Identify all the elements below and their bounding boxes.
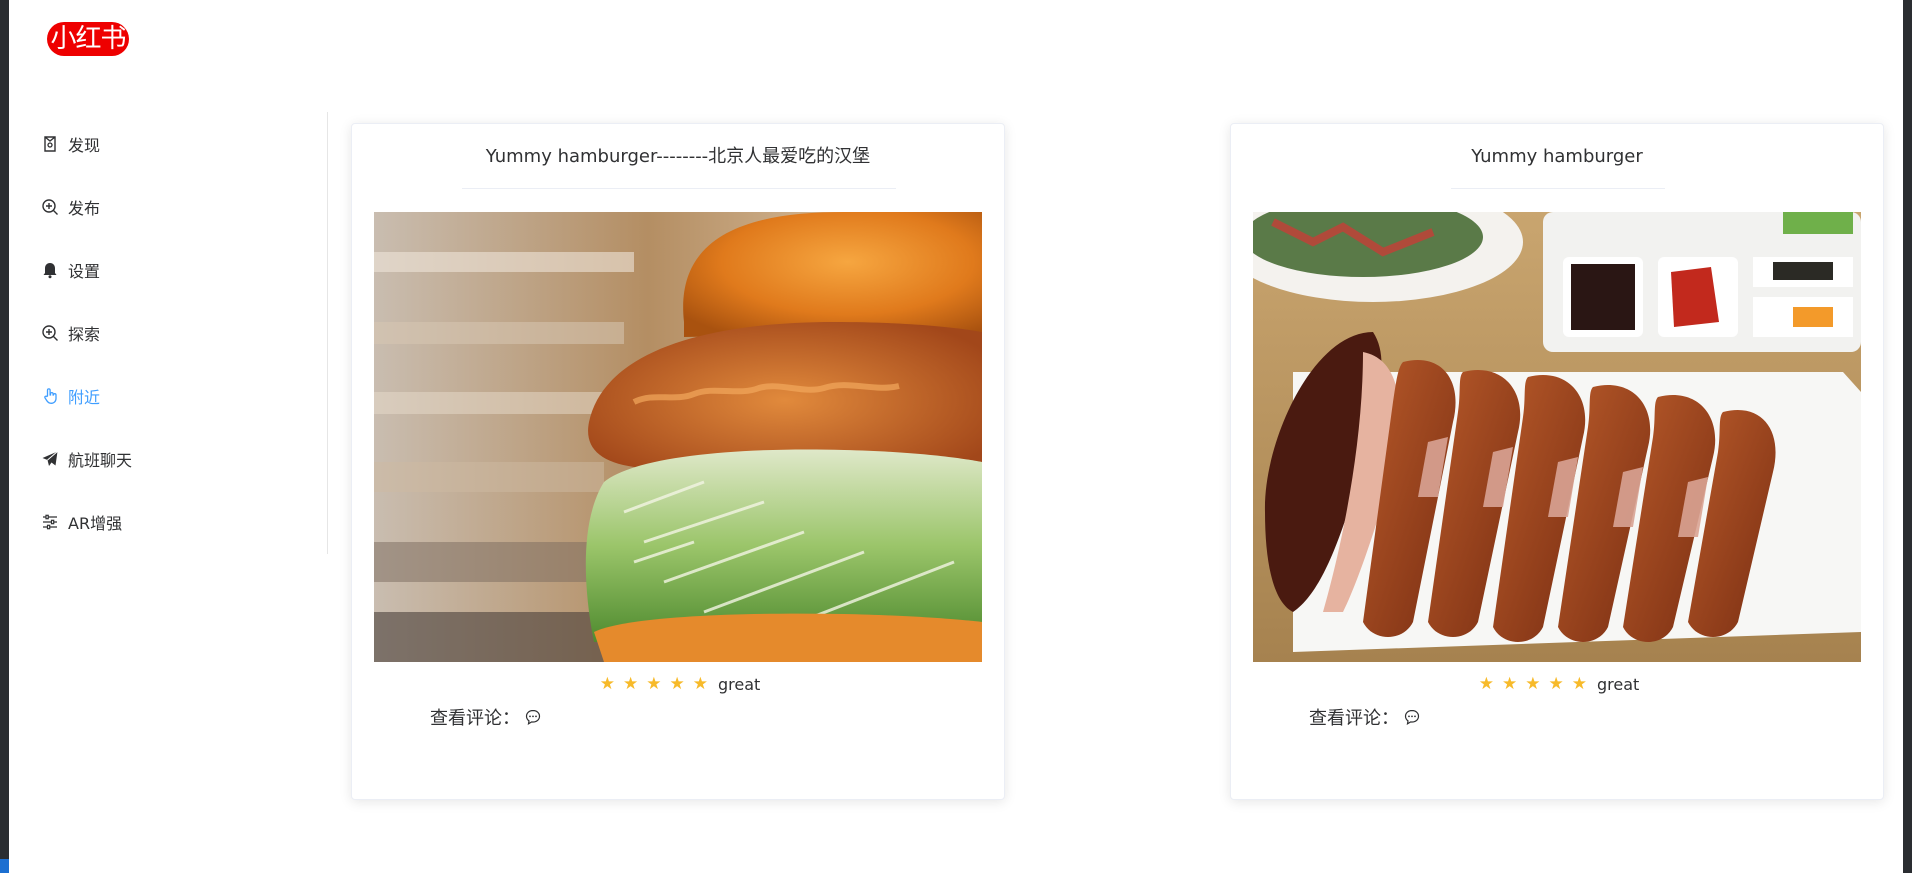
post-card[interactable]: Yummy hamburger ★ ★ ★ ★ ★ great 查看评论： (1230, 123, 1884, 800)
view-comments: 查看评论： (1309, 704, 1421, 730)
sliders-icon (40, 512, 60, 532)
sidebar-item-publish[interactable]: 发布 (28, 175, 327, 238)
sidebar-item-label: 设置 (68, 261, 101, 281)
sidebar-item-ar[interactable]: AR增强 (28, 490, 327, 553)
bell-icon (40, 260, 60, 280)
left-window-edge (0, 0, 9, 873)
paper-plane-icon (40, 449, 60, 469)
rating: ★ ★ ★ ★ ★ great (352, 674, 1004, 694)
star-icon[interactable]: ★ (669, 674, 684, 694)
zoom-icon (40, 323, 60, 343)
card-divider (462, 188, 896, 189)
star-icon[interactable]: ★ (693, 674, 708, 694)
star-icon[interactable]: ★ (1479, 674, 1494, 694)
star-icon[interactable]: ★ (623, 674, 638, 694)
card-divider (1451, 188, 1665, 189)
sidebar-item-label: 发现 (68, 135, 101, 155)
sidebar-item-label: AR增强 (68, 513, 123, 533)
sidebar-item-label: 附近 (68, 387, 101, 407)
view-comments-label: 查看评论： (1309, 708, 1399, 729)
sidebar-item-settings[interactable]: 设置 (28, 238, 327, 301)
star-icon[interactable]: ★ (1548, 674, 1563, 694)
app-window: 小红书 发现 发布 设置 探索 附近 航班聊天 AR增强 Yummy hambu… (0, 0, 1912, 873)
chat-bubble-icon[interactable] (524, 708, 542, 726)
app-logo[interactable]: 小红书 (47, 22, 129, 56)
pointer-icon (40, 386, 60, 406)
publish-icon (40, 197, 60, 217)
taskbar-indicator (0, 859, 9, 873)
sidebar-item-nearby[interactable]: 附近 (28, 364, 327, 427)
sidebar-item-flight-chat[interactable]: 航班聊天 (28, 427, 327, 490)
rating: ★ ★ ★ ★ ★ great (1231, 674, 1883, 694)
sidebar-menu: 发现 发布 设置 探索 附近 航班聊天 AR增强 (28, 112, 327, 553)
star-icon[interactable]: ★ (600, 674, 615, 694)
sidebar: 发现 发布 设置 探索 附近 航班聊天 AR增强 (28, 112, 328, 554)
card-title: Yummy hamburger (1471, 146, 1643, 167)
peking-duck-photo[interactable] (1253, 212, 1861, 662)
chat-bubble-icon[interactable] (1403, 708, 1421, 726)
view-comments-label: 查看评论： (430, 708, 520, 729)
post-card[interactable]: Yummy hamburger--------北京人最爱吃的汉堡 ★ ★ ★ ★… (351, 123, 1005, 800)
star-icon[interactable]: ★ (1502, 674, 1517, 694)
card-title: Yummy hamburger--------北京人最爱吃的汉堡 (485, 146, 871, 167)
sidebar-item-label: 航班聊天 (68, 450, 133, 470)
sidebar-item-discover[interactable]: 发现 (28, 112, 327, 175)
star-icon[interactable]: ★ (1525, 674, 1540, 694)
sidebar-item-explore[interactable]: 探索 (28, 301, 327, 364)
sidebar-item-label: 探索 (68, 324, 101, 344)
rating-text: great (717, 674, 761, 694)
star-icon[interactable]: ★ (1572, 674, 1587, 694)
view-comments: 查看评论： (430, 704, 542, 730)
sidebar-item-label: 发布 (68, 198, 101, 218)
star-icon[interactable]: ★ (646, 674, 661, 694)
discover-icon (40, 134, 60, 154)
right-window-edge (1903, 0, 1912, 873)
fried-chicken-burger-photo[interactable] (374, 212, 982, 662)
rating-text: great (1596, 674, 1640, 694)
